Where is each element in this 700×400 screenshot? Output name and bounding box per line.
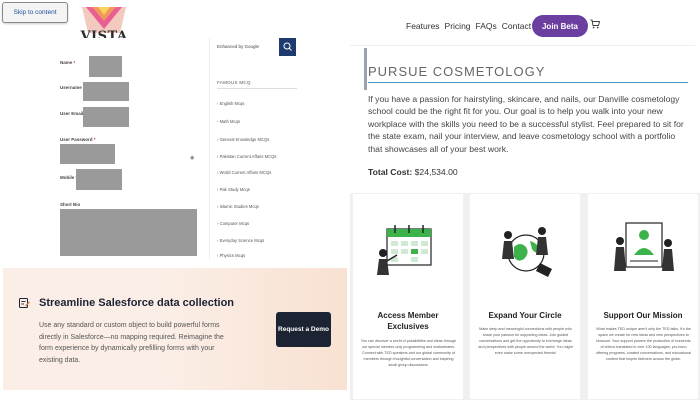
- search-button[interactable]: [279, 38, 296, 56]
- sidebar-item-world-affairs[interactable]: › World Current Affairs MCQs: [217, 170, 271, 175]
- request-demo-button[interactable]: Request a Demo: [276, 312, 331, 347]
- sidebar-item-computer[interactable]: › Computer Mcqs: [217, 221, 249, 226]
- sidebar-item-everyday-science[interactable]: › Everyday Science Mcqs: [217, 238, 264, 243]
- join-beta-button[interactable]: Join Beta: [532, 15, 588, 37]
- card-description: You can discover a world of possibilitie…: [360, 339, 457, 367]
- mobile-label: Mobile *: [60, 175, 77, 180]
- sidebar-item-math[interactable]: › Math Mcqs: [217, 119, 240, 124]
- sidebar-item-pak-study[interactable]: › Pak Study Mcqs: [217, 187, 250, 192]
- card-description: What makes TED unique aren't only the TE…: [595, 327, 692, 361]
- banner-title: Streamline Salesforce data collection: [39, 297, 235, 309]
- top-nav: Features Pricing FAQs Contact: [405, 15, 532, 37]
- card-title: Access Member Exclusives: [377, 311, 439, 331]
- section-accent-bar: [364, 48, 367, 90]
- user-password-input[interactable]: [60, 144, 115, 164]
- globe-people-icon: [502, 227, 552, 277]
- sidebar-item-physics[interactable]: › Physics Mcqs: [217, 253, 245, 258]
- sidebar-item-general-knowledge[interactable]: › General Knowledge MCQs: [217, 137, 269, 142]
- title-underline: [368, 82, 688, 83]
- skip-to-content-link[interactable]: Skip to content: [2, 2, 68, 23]
- name-input[interactable]: [89, 56, 122, 77]
- card-expand-circle: Expand Your Circle Make deep and meaning…: [470, 194, 580, 399]
- user-email-input[interactable]: [83, 107, 129, 127]
- section-title: PURSUE COSMETOLOGY: [368, 64, 546, 79]
- nav-link-contact[interactable]: Contact: [501, 21, 532, 31]
- search-icon: [283, 42, 292, 51]
- username-label: Username *: [60, 85, 85, 90]
- card-title: Support Our Mission: [603, 311, 683, 320]
- calendar-icon: [377, 225, 432, 275]
- cosmetology-program-section: PURSUE COSMETOLOGY If you have a passion…: [350, 45, 695, 193]
- program-description: If you have a passion for hairstyling, s…: [368, 94, 684, 154]
- mcq-sidebar: Enhanced by Google FAMOUS MCQ › English …: [212, 38, 298, 260]
- cart-icon[interactable]: [590, 19, 600, 29]
- card-support-mission: Support Our Mission What makes TED uniqu…: [588, 194, 698, 399]
- short-bio-label: Short Bio: [60, 202, 81, 207]
- short-bio-textarea[interactable]: [60, 209, 197, 256]
- search-enhanced-by-google: Enhanced by Google: [217, 44, 260, 49]
- user-password-label: User Password *: [60, 137, 96, 142]
- sidebar-divider: [217, 88, 297, 89]
- total-cost: Total Cost: $24,534.00: [368, 167, 458, 177]
- username-input[interactable]: [83, 82, 129, 101]
- card-member-exclusives: Access Member Exclusives You can discove…: [353, 194, 463, 399]
- mobile-input[interactable]: [76, 169, 122, 190]
- sidebar-heading: FAMOUS MCQ: [217, 80, 251, 85]
- name-label: Name *: [60, 60, 76, 65]
- nav-link-faqs[interactable]: FAQs: [475, 21, 498, 31]
- video-call-icon: [614, 222, 674, 271]
- nav-link-features[interactable]: Features: [405, 21, 441, 31]
- sidebar-item-english[interactable]: › English Mcqs: [217, 101, 244, 106]
- form-pen-icon: [19, 298, 30, 308]
- sidebar-item-pakistan-affairs[interactable]: › Pakistan Current Affairs MCQs: [217, 154, 277, 159]
- card-title: Expand Your Circle: [488, 311, 562, 320]
- sidebar-item-islamic-studies[interactable]: › Islamic Studies Mcqs: [217, 204, 259, 209]
- show-password-icon[interactable]: ◉: [190, 155, 194, 161]
- user-registration-form: Name * Username * User Email * User Pass…: [52, 38, 210, 260]
- banner-description: Use any standard or custom object to bui…: [39, 322, 224, 364]
- nav-link-pricing[interactable]: Pricing: [444, 21, 472, 31]
- card-description: Make deep and meaningful connections wit…: [478, 327, 573, 355]
